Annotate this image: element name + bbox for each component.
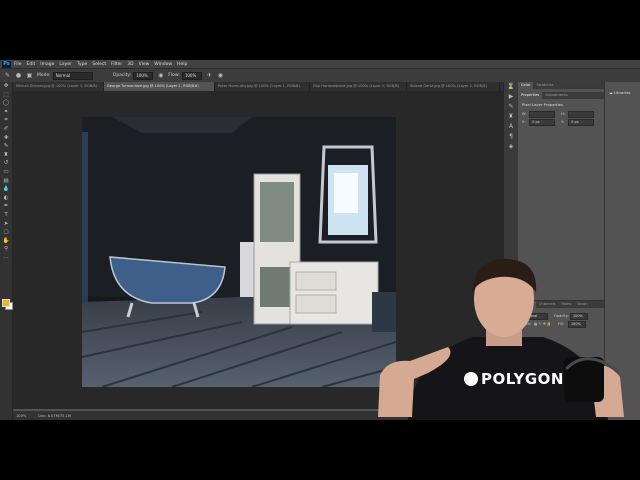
w-field[interactable] (529, 110, 555, 118)
opacity-field[interactable]: 100% (133, 71, 154, 80)
paragraph-icon[interactable]: ¶ (504, 132, 518, 142)
properties-title: Pixel Layer Properties (522, 102, 563, 107)
brush-panel-icon[interactable]: ▣ (26, 72, 33, 79)
hand-tool-icon[interactable]: ✋ (0, 237, 12, 246)
menu-type[interactable]: Type (77, 62, 87, 67)
menu-layer[interactable]: Layer (59, 62, 72, 67)
tab-adjustments[interactable]: Adjustments (542, 92, 571, 99)
photoshop-logo: Ps (2, 60, 11, 68)
doc-size: Doc: 8.07M/75.1M (38, 413, 71, 418)
menu-bar: Ps File Edit Image Layer Type Select Fil… (0, 60, 640, 68)
flow-field[interactable]: 100% (181, 71, 202, 80)
tab-filip-harlandstone[interactable]: Filip Harlandstone.jpg @ 100% (Layer 1, … (310, 82, 407, 91)
healing-tool-icon[interactable]: ✚ (0, 134, 12, 143)
photoshop-window: Ps File Edit Image Layer Type Select Fil… (0, 60, 640, 420)
clone-stamp-tool-icon[interactable]: ♜ (0, 151, 12, 160)
menu-3d[interactable]: 3D (127, 62, 133, 67)
presenter-webcam: POLYGON (378, 258, 624, 420)
shape-tool-icon[interactable]: ▢ (0, 228, 12, 237)
blur-tool-icon[interactable]: 💧 (0, 185, 12, 194)
airbrush-icon[interactable]: ✈ (206, 72, 213, 79)
foreground-color-swatch[interactable] (2, 299, 10, 307)
mode-label: Mode: (37, 73, 51, 78)
h-field[interactable] (568, 110, 594, 118)
crop-tool-icon[interactable]: ⌗ (0, 116, 12, 125)
menu-window[interactable]: Window (154, 62, 172, 67)
menu-edit[interactable]: Edit (27, 62, 36, 67)
options-bar: ✎ ● ▣ Mode: Normal Opacity: 100% ◉ Flow:… (0, 68, 640, 82)
zoom-level[interactable]: 100% (16, 414, 26, 418)
type-tool-icon[interactable]: T (0, 211, 12, 220)
brush-tool-icon[interactable]: ✎ (4, 72, 11, 79)
brush-preset-icon[interactable]: ● (15, 72, 22, 79)
mode-select[interactable]: Normal (52, 71, 93, 80)
pressure-size-icon[interactable]: ◉ (217, 72, 224, 79)
dodge-tool-icon[interactable]: ◐ (0, 194, 12, 203)
brushes-icon[interactable]: ✎ (504, 102, 518, 112)
libraries-text: Libraries (614, 90, 631, 95)
menu-filter[interactable]: Filter (111, 62, 122, 67)
character-icon[interactable]: A (504, 122, 518, 132)
quick-select-tool-icon[interactable]: ✦ (0, 108, 12, 117)
pen-tool-icon[interactable]: ✒ (0, 202, 12, 211)
presenter-shirt-logo: POLYGON (481, 370, 564, 388)
path-select-tool-icon[interactable]: ➤ (0, 220, 12, 229)
zoom-tool-icon[interactable]: ⚲ (0, 245, 12, 254)
x-field[interactable]: 0 px (529, 118, 555, 126)
color-panel-tabs: Color Swatches (518, 82, 604, 89)
history-brush-tool-icon[interactable]: ↺ (0, 159, 12, 168)
actions-icon[interactable]: ▶ (504, 92, 518, 102)
eyedropper-tool-icon[interactable]: ✐ (0, 125, 12, 134)
menu-select[interactable]: Select (92, 62, 106, 67)
tools-panel: ✥ ⬚ ◯ ✦ ⌗ ✐ ✚ ✎ ♜ ↺ ▭ ▤ 💧 ◐ ✒ T ➤ ▢ ✋ ⚲ … (0, 82, 13, 420)
size-row: W: H: (518, 110, 604, 118)
tab-peter-hurmuttly[interactable]: Peter Hurmuttly.jpg @ 100% (Layer 1, RGB… (215, 82, 310, 91)
flow-label: Flow: (168, 73, 180, 78)
menu-image[interactable]: Image (40, 62, 54, 67)
properties-panel-tabs: Properties Adjustments (518, 92, 604, 99)
bathroom-photo (82, 117, 396, 387)
w-label: W: (522, 112, 527, 116)
tab-properties[interactable]: Properties (518, 92, 543, 99)
tab-swatches[interactable]: Swatches (533, 82, 556, 89)
tab-sidane-gertz[interactable]: Sidane Gertz.jpg @ 100% (Layer 1, RGB/8) (407, 82, 500, 91)
eraser-tool-icon[interactable]: ▭ (0, 168, 12, 177)
tab-george-turmanidze[interactable]: George Turmanidze.jpg @ 100% (Layer 1, R… (104, 82, 215, 91)
x-label: X: (522, 120, 526, 124)
history-icon[interactable]: ⌛ (504, 82, 518, 92)
position-row: X: 0 px Y: 0 px (518, 118, 604, 126)
menu-file[interactable]: File (14, 62, 22, 67)
opacity-label: Opacity: (112, 73, 132, 78)
tab-color[interactable]: Color (518, 82, 534, 89)
brush-tool-icon[interactable]: ✎ (0, 142, 12, 151)
tab-mikhail-zhirnov[interactable]: Mikhail Zhirnov.jpg @ 100% (Layer 1, RGB… (13, 82, 104, 91)
more-tools-icon[interactable]: ⋯ (0, 254, 12, 263)
libraries-label[interactable]: ☁ Libraries (609, 90, 640, 95)
y-field[interactable]: 0 px (568, 118, 594, 126)
document-tabs: Mikhail Zhirnov.jpg @ 100% (Layer 1, RGB… (13, 82, 503, 91)
lasso-tool-icon[interactable]: ◯ (0, 99, 12, 108)
y-label: Y: (561, 120, 564, 124)
menu-view[interactable]: View (139, 62, 150, 67)
h-label: H: (561, 112, 565, 116)
pressure-opacity-icon[interactable]: ◉ (157, 72, 164, 79)
3d-icon[interactable]: ◈ (504, 142, 518, 152)
move-tool-icon[interactable]: ✥ (0, 82, 12, 91)
gradient-tool-icon[interactable]: ▤ (0, 177, 12, 186)
marquee-tool-icon[interactable]: ⬚ (0, 91, 12, 100)
menu-help[interactable]: Help (177, 62, 187, 67)
clone-source-icon[interactable]: ♜ (504, 112, 518, 122)
